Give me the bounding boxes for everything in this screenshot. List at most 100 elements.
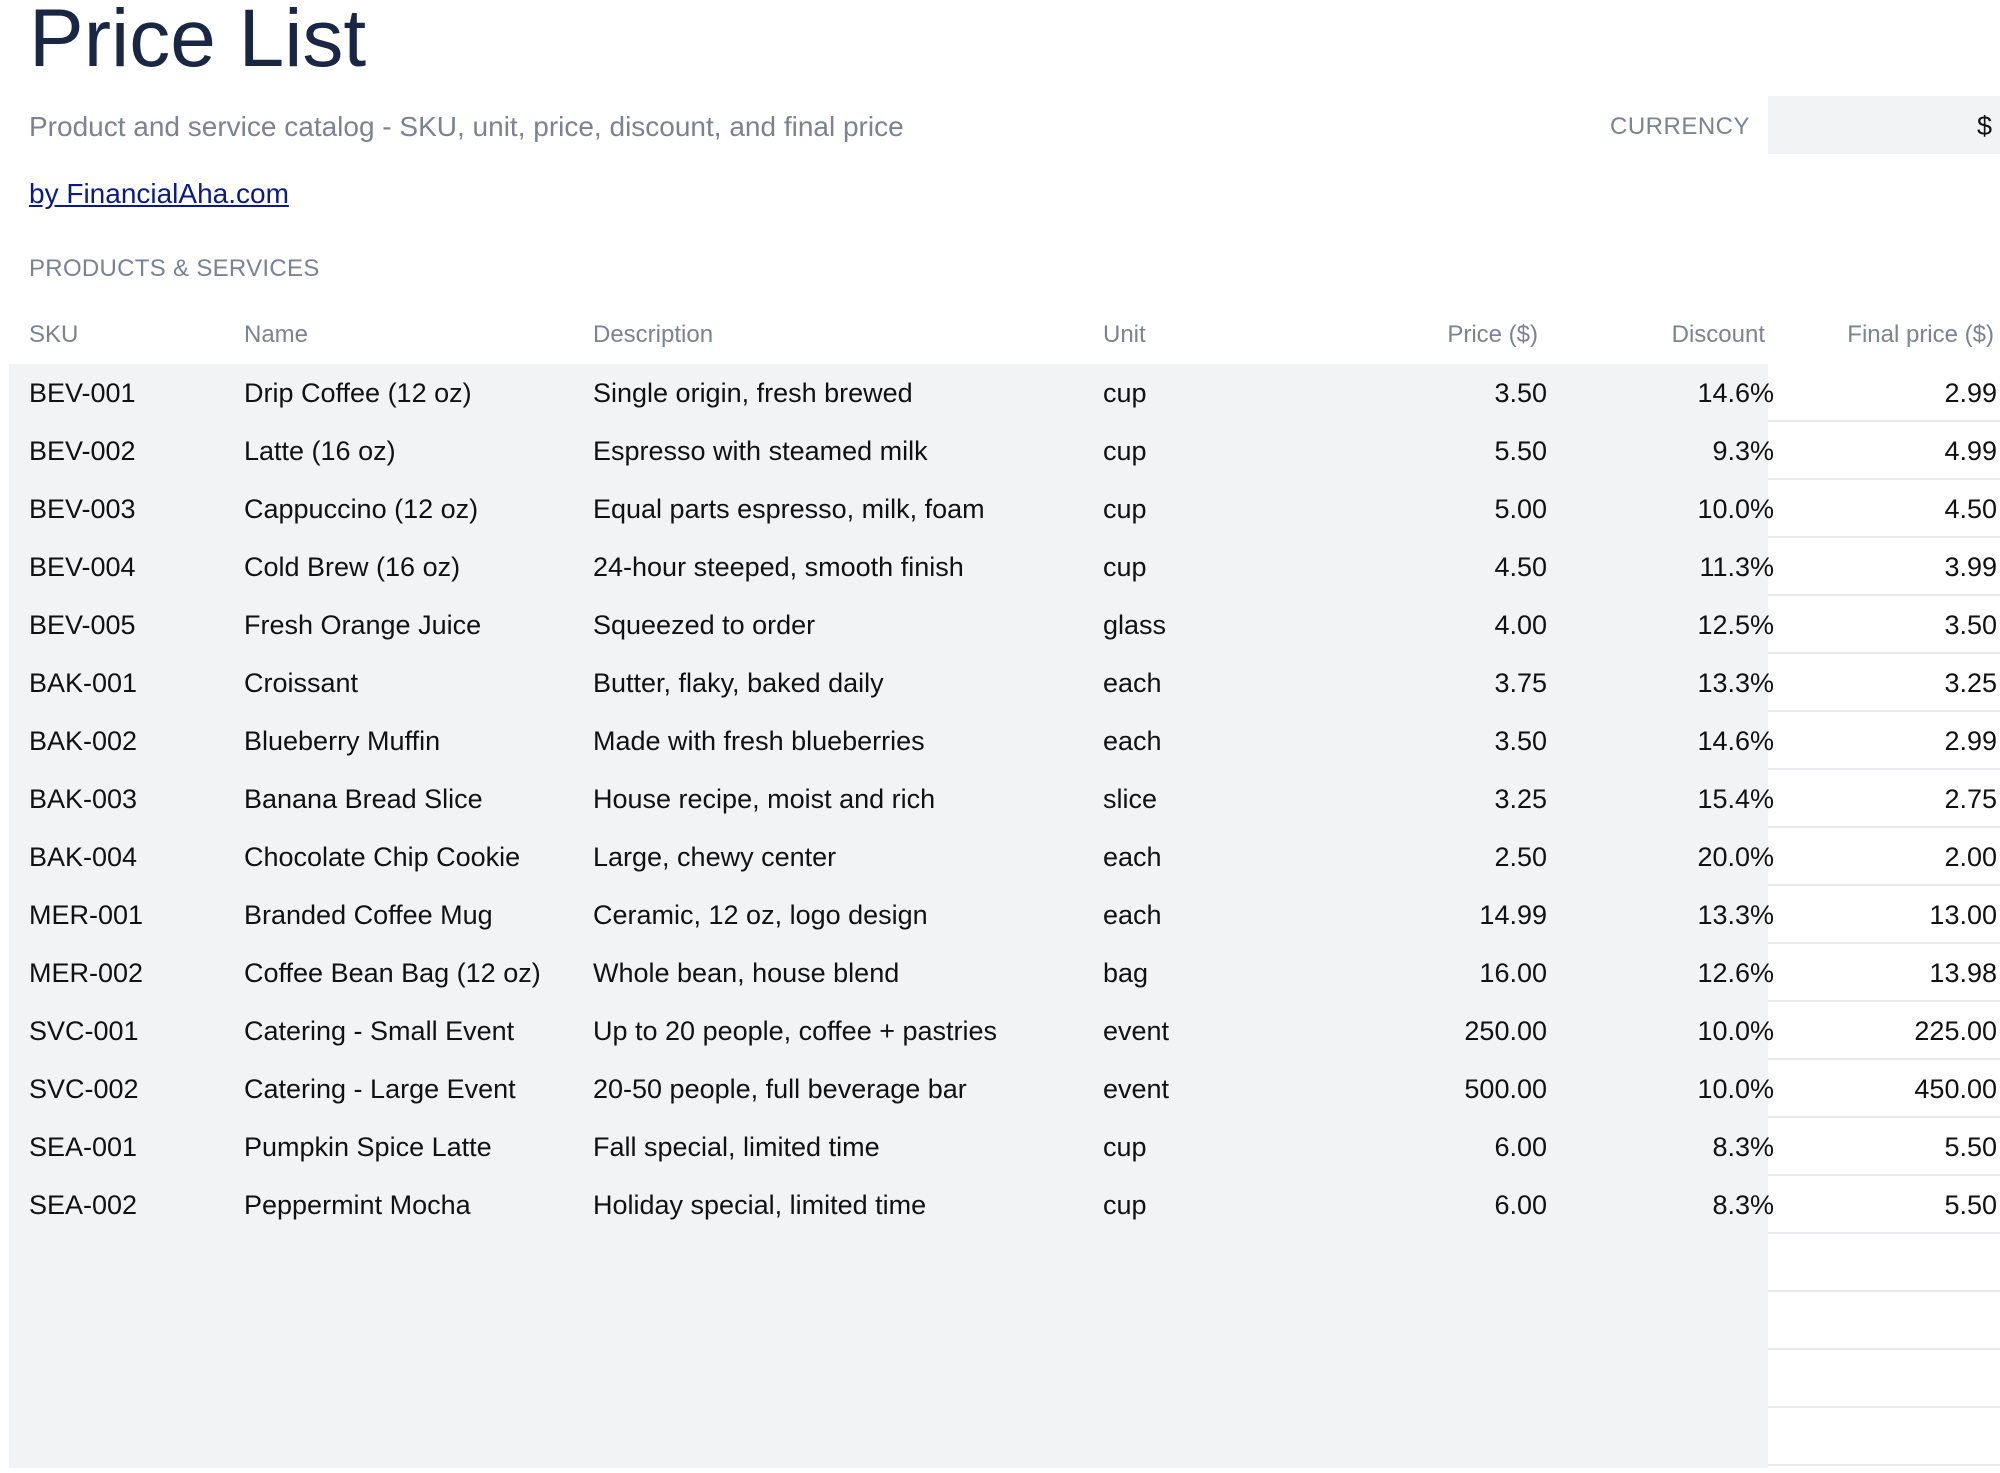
- unit-cell: cup: [1103, 378, 1147, 408]
- name-cell: Blueberry Muffin: [244, 726, 441, 756]
- sku-cell: SEA-001: [29, 1132, 138, 1162]
- final-price-cell-slot: [1768, 1234, 2000, 1292]
- price-cell: 14.99: [1479, 900, 1547, 930]
- unit-cell: cup: [1103, 1132, 1147, 1162]
- price-cell: 2.50: [1494, 842, 1547, 872]
- section-label: PRODUCTS & SERVICES: [29, 255, 320, 282]
- sku-cell: BAK-003: [29, 784, 138, 814]
- unit-cell: each: [1103, 842, 1162, 872]
- price-cell: 3.50: [1494, 378, 1547, 408]
- table-header: SKU Name Description Unit Price ($) Disc…: [0, 318, 2000, 354]
- final-price-cell: 2.99: [1944, 378, 1997, 408]
- table-row[interactable]: BAK-001 Croissant Butter, flaky, baked dai…: [9, 654, 2000, 712]
- discount-cell: 8.3%: [1712, 1132, 1774, 1162]
- table-row[interactable]: BEV-001 Drip Coffee (12 oz) Single origin,…: [9, 364, 2000, 422]
- final-price-cell-slot: [1768, 1408, 2000, 1466]
- unit-cell: each: [1103, 900, 1162, 930]
- sku-cell: BEV-004: [29, 552, 136, 582]
- description-cell: Whole bean, house blend: [593, 958, 900, 988]
- price-cell: 3.50: [1494, 726, 1547, 756]
- name-cell: Fresh Orange Juice: [244, 610, 482, 640]
- price-cell: 5.00: [1494, 494, 1547, 524]
- price-table-body: BEV-001 Drip Coffee (12 oz) Single origin,…: [9, 364, 2000, 1468]
- discount-cell: 12.5%: [1697, 610, 1774, 640]
- sku-cell: SEA-002: [29, 1190, 138, 1220]
- name-cell: Latte (16 oz): [244, 436, 396, 466]
- unit-cell: cup: [1103, 552, 1147, 582]
- column-header-description: Description: [593, 321, 714, 348]
- name-cell: Cold Brew (16 oz): [244, 552, 461, 582]
- name-cell: Chocolate Chip Cookie: [244, 842, 521, 872]
- name-cell: Peppermint Mocha: [244, 1190, 471, 1220]
- final-price-cell: 13.98: [1929, 958, 1997, 988]
- discount-cell: 15.4%: [1697, 784, 1774, 814]
- discount-cell: 10.0%: [1697, 1074, 1774, 1104]
- sku-cell: BEV-003: [29, 494, 136, 524]
- table-row[interactable]: BAK-003 Banana Bread Slice House recipe, m…: [9, 770, 2000, 828]
- name-cell: Cappuccino (12 oz): [244, 494, 479, 524]
- column-header-sku: SKU: [29, 321, 79, 348]
- price-cell: 500.00: [1464, 1074, 1547, 1104]
- final-price-cell: 5.50: [1944, 1132, 1997, 1162]
- name-cell: Branded Coffee Mug: [244, 900, 493, 930]
- description-cell: Made with fresh blueberries: [593, 726, 925, 756]
- column-header-name: Name: [244, 321, 309, 348]
- column-header-price: Price ($): [1447, 321, 1538, 348]
- final-price-cell: 2.99: [1944, 726, 1997, 756]
- sku-cell: MER-001: [29, 900, 144, 930]
- unit-cell: event: [1103, 1074, 1170, 1104]
- sku-cell: BEV-002: [29, 436, 136, 466]
- price-cell: 6.00: [1494, 1132, 1547, 1162]
- final-price-cell: 5.50: [1944, 1190, 1997, 1220]
- table-row[interactable]: MER-001 Branded Coffee Mug Ceramic, 12 oz,…: [9, 886, 2000, 944]
- table-row[interactable]: BEV-003 Cappuccino (12 oz) Equal parts esp…: [9, 480, 2000, 538]
- table-row[interactable]: BEV-002 Latte (16 oz) Espresso with steame…: [9, 422, 2000, 480]
- price-cell: 4.00: [1494, 610, 1547, 640]
- description-cell: Large, chewy center: [593, 842, 837, 872]
- description-cell: Up to 20 people, coffee + pastries: [593, 1016, 998, 1046]
- table-row[interactable]: MER-002 Coffee Bean Bag (12 oz) Whole bean…: [9, 944, 2000, 1002]
- price-cell: 4.50: [1494, 552, 1547, 582]
- currency-label: CURRENCY: [1610, 113, 1751, 140]
- final-price-cell-slot: [1768, 1292, 2000, 1350]
- final-price-cell: 2.75: [1944, 784, 1997, 814]
- table-row[interactable]: SVC-001 Catering - Small Event Up to 20 pe…: [9, 1002, 2000, 1060]
- description-cell: Butter, flaky, baked daily: [593, 668, 884, 698]
- sku-cell: BAK-001: [29, 668, 138, 698]
- discount-cell: 13.3%: [1697, 900, 1774, 930]
- table-row[interactable]: SEA-001 Pumpkin Spice Latte Fall special, …: [9, 1118, 2000, 1176]
- final-price-cell: 4.99: [1944, 436, 1997, 466]
- table-row[interactable]: BEV-004 Cold Brew (16 oz) 24-hour steeped,…: [9, 538, 2000, 596]
- column-header-unit: Unit: [1103, 321, 1146, 348]
- name-cell: Catering - Small Event: [244, 1016, 515, 1046]
- table-row[interactable]: BAK-002 Blueberry Muffin Made with fresh b…: [9, 712, 2000, 770]
- discount-cell: 8.3%: [1712, 1190, 1774, 1220]
- name-cell: Drip Coffee (12 oz): [244, 378, 472, 408]
- currency-input-cell[interactable]: $: [1768, 96, 2000, 154]
- table-row[interactable]: BAK-004 Chocolate Chip Cookie Large, chewy…: [9, 828, 2000, 886]
- description-cell: Espresso with steamed milk: [593, 436, 928, 466]
- currency-value[interactable]: $: [1977, 110, 1992, 142]
- price-cell: 5.50: [1494, 436, 1547, 466]
- table-row[interactable]: SEA-002 Peppermint Mocha Holiday special, …: [9, 1176, 2000, 1234]
- table-row[interactable]: BEV-005 Fresh Orange Juice Squeezed to ord…: [9, 596, 2000, 654]
- final-price-cell: 225.00: [1914, 1016, 1997, 1046]
- name-cell: Coffee Bean Bag (12 oz): [244, 958, 541, 988]
- price-cell: 3.25: [1494, 784, 1547, 814]
- unit-cell: event: [1103, 1016, 1170, 1046]
- final-price-cell: 3.50: [1944, 610, 1997, 640]
- description-cell: Holiday special, limited time: [593, 1190, 927, 1220]
- name-cell: Pumpkin Spice Latte: [244, 1132, 492, 1162]
- final-price-cell: 450.00: [1914, 1074, 1997, 1104]
- credit-link[interactable]: by FinancialAha.com: [29, 177, 289, 211]
- table-row[interactable]: SVC-002 Catering - Large Event 20-50 peopl…: [9, 1060, 2000, 1118]
- sku-cell: BAK-004: [29, 842, 138, 872]
- discount-cell: 13.3%: [1697, 668, 1774, 698]
- unit-cell: cup: [1103, 436, 1147, 466]
- unit-cell: glass: [1103, 610, 1167, 640]
- discount-cell: 10.0%: [1697, 1016, 1774, 1046]
- page-subtitle: Product and service catalog - SKU, unit,…: [29, 111, 904, 142]
- unit-cell: each: [1103, 726, 1162, 756]
- name-cell: Croissant: [244, 668, 359, 698]
- name-cell: Catering - Large Event: [244, 1074, 516, 1104]
